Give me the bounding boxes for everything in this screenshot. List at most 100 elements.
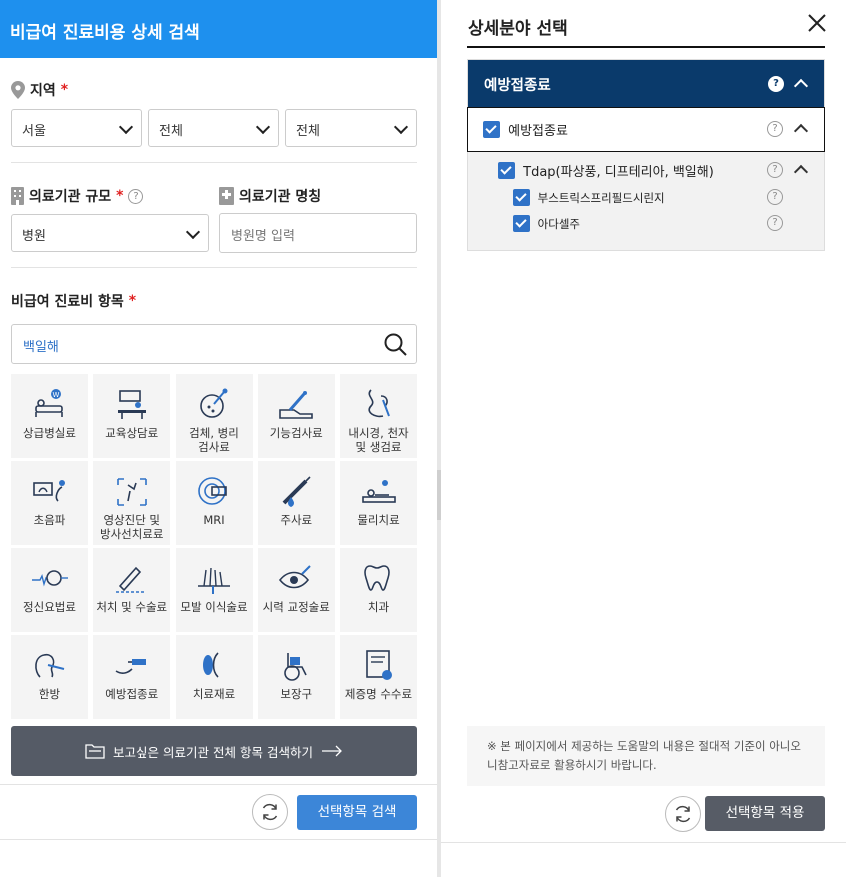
scale-value: 병원 <box>22 229 46 244</box>
checkbox-checked[interactable] <box>513 215 530 232</box>
category-tile[interactable]: 예방접종료 <box>93 635 171 719</box>
category-tile[interactable]: 보장구 <box>257 635 335 719</box>
name-label-text: 의료기관 명칭 <box>239 189 322 205</box>
tree-level3-item[interactable]: 아다셀주 ? <box>468 210 824 238</box>
item-search-value: 백일해 <box>23 340 59 355</box>
category-tile[interactable]: MRI <box>175 461 253 545</box>
category-label: MRI <box>203 513 225 527</box>
panel-title: 비급여 진료비용 상세 검색 <box>0 0 437 58</box>
all-items-label: 보고싶은 의료기관 전체 항목 검색하기 <box>113 744 313 760</box>
tree-header[interactable]: 예방접종료 ? <box>468 60 824 107</box>
category-tile[interactable]: 물리치료 <box>340 461 417 545</box>
help-icon[interactable]: ? <box>767 215 783 231</box>
tree-level3-label: 부스트릭스프리필드시린지 <box>537 190 665 205</box>
category-tile[interactable]: 영상진단 및 방사선치료료 <box>93 461 171 545</box>
tree-header-label: 예방접종료 <box>484 78 551 94</box>
category-tile[interactable]: 치과 <box>340 548 417 632</box>
search-icon[interactable] <box>384 333 407 356</box>
category-tile[interactable]: 검체, 병리 검사료 <box>175 374 253 458</box>
region-town-select[interactable]: 전체 <box>285 109 417 147</box>
checkbox-checked[interactable] <box>483 121 500 138</box>
category-tile[interactable]: 치료재료 <box>175 635 253 719</box>
acupuncture-icon <box>34 653 64 678</box>
wheelchair-icon <box>284 653 307 681</box>
region-city-select[interactable]: 서울 <box>11 109 142 147</box>
checkbox-checked[interactable] <box>498 162 515 179</box>
tree-level1-item[interactable]: 예방접종료 ? <box>467 107 825 152</box>
region-city-value: 서울 <box>22 124 46 139</box>
region-district-value: 전체 <box>159 124 183 139</box>
building-icon <box>11 187 24 205</box>
category-label: 물리치료 <box>357 513 400 527</box>
required-mark: * <box>116 188 124 204</box>
category-tile[interactable]: 제증명 수수료 <box>340 635 417 719</box>
category-tile[interactable]: 기능검사료 <box>257 374 335 458</box>
chevron-up-icon[interactable] <box>793 164 809 180</box>
hospital-icon <box>219 187 234 205</box>
category-label: 보장구 <box>280 687 313 701</box>
tree-level2-item[interactable]: Tdap(파상풍, 디프테리아, 백일해) ? <box>468 152 824 182</box>
apply-selected-button[interactable]: 선택항목 적용 <box>705 796 825 831</box>
reset-button[interactable] <box>252 794 288 830</box>
category-tile[interactable]: 초음파 <box>11 461 88 545</box>
hair-transplant-icon <box>198 567 230 594</box>
category-label: 처치 및 수술료 <box>96 600 168 614</box>
category-grid: W 상급병실료 교육상담료 검체, 병리 검사료 기능검사료 내시경, 천자 및 생검료초… <box>11 374 417 719</box>
category-tile[interactable]: W 상급병실료 <box>11 374 88 458</box>
tree-level1-label: 예방접종료 <box>508 124 568 139</box>
scale-label: 의료기관 규모 * ? <box>11 186 144 206</box>
category-tile[interactable]: 교육상담료 <box>93 374 171 458</box>
all-items-search-button[interactable]: 보고싶은 의료기관 전체 항목 검색하기 <box>11 726 417 776</box>
category-label: 모발 이식술료 <box>180 600 248 614</box>
category-label: 정신요법료 <box>23 600 76 614</box>
help-icon[interactable]: ? <box>767 189 783 205</box>
category-label: 기능검사료 <box>269 426 323 440</box>
help-icon[interactable]: ? <box>767 162 783 178</box>
category-label: 상급병실료 <box>23 426 76 440</box>
category-label: 한방 <box>38 687 61 701</box>
function-test-icon <box>279 391 314 419</box>
category-tree: 예방접종료 ? 예방접종료 ? Tdap(파상풍, 디프테리아, 백일해) ? … <box>467 59 825 251</box>
ultrasound-icon <box>32 480 65 502</box>
category-label: 교육상담료 <box>105 426 159 440</box>
category-label: 예방접종료 <box>105 687 159 701</box>
chevron-up-icon[interactable] <box>793 78 809 94</box>
scrollbar-track[interactable] <box>437 0 441 877</box>
category-tile[interactable]: 내시경, 천자 및 생검료 <box>340 374 417 458</box>
scrollbar-thumb[interactable] <box>437 470 441 520</box>
tree-level3-item[interactable]: 부스트릭스프리필드시린지 ? <box>468 182 824 210</box>
item-search-input[interactable]: 백일해 <box>11 324 417 364</box>
detail-panel-title: 상세분야 선택 <box>468 19 568 39</box>
region-label: 지역 * <box>11 80 68 100</box>
required-mark: * <box>60 82 69 98</box>
category-label: 치료재료 <box>192 687 236 701</box>
certificate-icon <box>365 650 392 680</box>
chevron-up-icon[interactable] <box>793 123 809 139</box>
checkbox-checked[interactable] <box>513 189 530 206</box>
items-label-text: 비급여 진료비 항목 <box>11 294 124 310</box>
reset-button[interactable] <box>665 796 701 832</box>
category-label: 검체, 병리 검사료 <box>189 426 239 454</box>
category-tile[interactable]: 시력 교정술료 <box>257 548 335 632</box>
scale-select[interactable]: 병원 <box>11 214 209 252</box>
category-tile[interactable]: 모발 이식술료 <box>175 548 253 632</box>
category-label: 초음파 <box>33 513 66 527</box>
category-tile[interactable]: 처치 및 수술료 <box>93 548 171 632</box>
close-icon[interactable] <box>806 12 828 34</box>
search-selected-button[interactable]: 선택항목 검색 <box>297 795 417 830</box>
folder-icon <box>85 744 105 759</box>
hospital-name-input[interactable]: 병원명 입력 <box>219 213 417 253</box>
help-icon[interactable]: ? <box>128 188 144 204</box>
help-icon[interactable]: ? <box>767 121 783 137</box>
refresh-icon <box>675 805 691 823</box>
items-label: 비급여 진료비 항목 * <box>11 291 136 311</box>
category-tile[interactable]: 정신요법료 <box>11 548 88 632</box>
tree-level3-label: 아다셀주 <box>537 216 580 231</box>
help-icon[interactable]: ? <box>768 76 784 92</box>
category-tile[interactable]: 주사료 <box>257 461 335 545</box>
vaccination-icon <box>115 659 146 674</box>
region-district-select[interactable]: 전체 <box>148 109 279 147</box>
category-tile[interactable]: 한방 <box>11 635 88 719</box>
syringe-icon <box>282 476 311 507</box>
title-underline <box>467 46 825 48</box>
